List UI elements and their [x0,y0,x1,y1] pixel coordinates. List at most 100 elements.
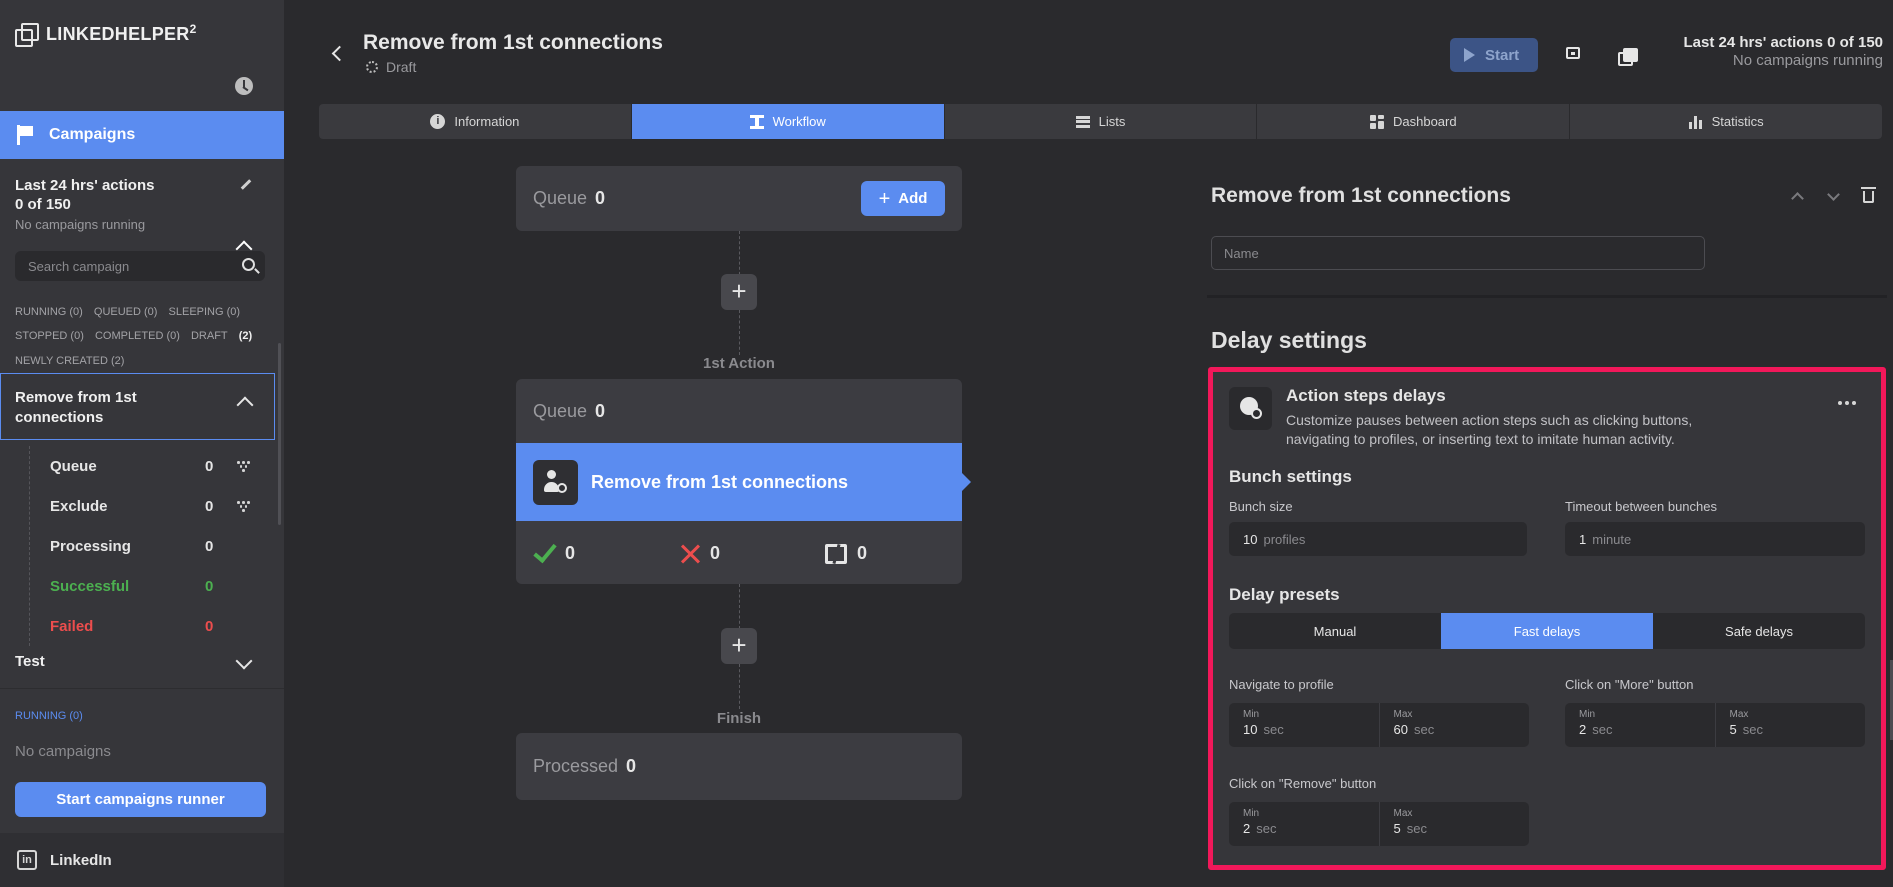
tab-dashboard[interactable]: Dashboard [1257,104,1571,139]
edit-icon[interactable] [240,179,252,190]
add-step-button[interactable]: + [721,628,757,664]
funnel-icon[interactable] [237,461,253,472]
bunch-size-label: Bunch size [1229,499,1293,514]
start-label: Start [1485,46,1520,64]
timeout-field[interactable]: 1 minute [1565,522,1865,556]
success-result[interactable]: 0 [533,538,575,564]
navigate-min-field[interactable]: Min 10 sec [1229,703,1379,747]
filter-completed[interactable]: COMPLETED (0) [95,330,180,342]
sub-item-successful[interactable]: Successful 0 [0,566,275,606]
start-campaigns-runner-button[interactable]: Start campaigns runner [15,782,266,817]
filter-queued[interactable]: QUEUED (0) [94,306,158,318]
bunch-settings-heading: Bunch settings [1229,467,1352,486]
campaigns-label: Campaigns [49,126,136,143]
campaigns-section-header[interactable]: Campaigns [0,111,284,258]
sec-unit: sec [1413,722,1435,737]
logo-text: LINKEDHELPER [46,24,190,44]
sub-item-queue[interactable]: Queue 0 [0,446,275,486]
fail-result[interactable]: 0 [680,543,720,564]
sub-item-failed[interactable]: Failed 0 [0,606,275,646]
remove-user-icon [533,459,578,505]
filter-sleeping[interactable]: SLEEPING (0) [169,306,241,318]
duplicate-icon[interactable] [1618,48,1638,66]
chevron-down-icon[interactable] [1827,188,1840,201]
queue-value: 0 [595,188,606,208]
x-icon [680,544,700,564]
trash-icon[interactable] [1861,187,1876,203]
sub-item-label: Exclude [50,497,108,515]
remove-max-field[interactable]: Max 5 sec [1378,802,1530,846]
sub-item-processing[interactable]: Processing 0 [0,526,275,566]
navigate-label: Navigate to profile [1229,677,1334,692]
connector-line [739,584,740,629]
remove-button-range: Min 2 sec Max 5 sec [1229,802,1529,846]
skip-result[interactable]: 0 [825,543,867,564]
campaign-search [15,251,265,281]
filter-running[interactable]: RUNNING (0) [15,306,83,318]
connector-line [739,231,740,280]
draft-icon [366,61,378,73]
preset-safe-delays[interactable]: Safe delays [1653,613,1865,649]
stats-title: Last 24 hrs' actions [15,177,155,194]
tab-lists[interactable]: Lists [945,104,1258,139]
chevron-up-icon[interactable] [236,396,254,414]
chevron-down-icon[interactable] [235,652,253,670]
campaign-item-test[interactable]: Test [15,653,45,670]
add-step-button[interactable]: + [721,274,757,310]
start-button[interactable]: Start [1450,38,1538,72]
campaign-item-selected[interactable]: Remove from 1st connections [0,373,275,440]
sub-item-count: 0 [205,497,214,515]
filter-draft[interactable]: DRAFT (2) [191,330,252,342]
campaign-status: Draft [366,59,416,75]
sub-item-label: Queue [50,457,97,475]
remove-button-label: Click on "Remove" button [1229,776,1377,791]
action-step-remove[interactable]: Remove from 1st connections [516,443,971,521]
funnel-icon[interactable] [237,501,253,512]
page-title: Remove from 1st connections [363,31,663,54]
action-queue-card: Queue 0 [516,379,962,443]
more-options-icon[interactable] [1838,401,1856,405]
min-label: Min [1243,808,1260,819]
processed-label: Processed [533,756,619,776]
preset-fast-delays[interactable]: Fast delays [1441,613,1653,649]
max-label: Max [1393,709,1413,720]
add-label: Add [898,190,928,207]
more-max-field[interactable]: Max 5 sec [1714,703,1866,747]
archive-icon[interactable] [1566,47,1580,59]
sub-item-count: 0 [205,617,214,635]
sub-item-count: 0 [205,537,214,555]
play-icon [1464,48,1475,62]
tab-workflow[interactable]: Workflow [631,104,945,139]
tab-information[interactable]: i Information [319,104,632,139]
navigate-max-value: 60 [1393,722,1408,737]
navigate-max-field[interactable]: Max 60 sec [1378,703,1530,747]
history-icon[interactable] [235,77,253,95]
name-input[interactable] [1211,236,1705,270]
campaign-item-title: Test [15,653,45,670]
linkedin-account[interactable]: in LinkedIn [0,833,284,887]
back-arrow-icon[interactable] [331,45,348,62]
more-min-field[interactable]: Min 2 sec [1565,703,1715,747]
search-input[interactable] [28,258,228,274]
add-button[interactable]: + Add [861,181,945,216]
processed-card: Processed 0 [516,733,962,800]
connector-line [739,664,740,709]
search-icon[interactable] [242,258,255,271]
sidebar-scrollbar[interactable] [278,343,281,525]
filter-stopped[interactable]: STOPPED (0) [15,330,84,342]
campaign-sub-list: Queue 0 Exclude 0 Processing 0 Successfu… [0,446,275,646]
remove-min-field[interactable]: Min 2 sec [1229,802,1379,846]
delay-presets-heading: Delay presets [1229,585,1340,604]
tab-statistics[interactable]: Statistics [1570,104,1882,139]
bunch-size-unit: profiles [1263,531,1306,547]
sub-item-exclude[interactable]: Exclude 0 [0,486,275,526]
chevron-up-icon[interactable] [1791,192,1804,205]
remove-min-value: 2 [1243,821,1251,836]
delay-settings-heading: Delay settings [1211,327,1367,353]
bunch-size-field[interactable]: 10 profiles [1229,522,1527,556]
status-label: Draft [386,59,417,75]
header-stats: Last 24 hrs' actions 0 of 150 No campaig… [1684,34,1883,69]
statistics-icon [1688,115,1703,129]
navigate-range: Min 10 sec Max 60 sec [1229,703,1529,747]
preset-manual[interactable]: Manual [1229,613,1441,649]
